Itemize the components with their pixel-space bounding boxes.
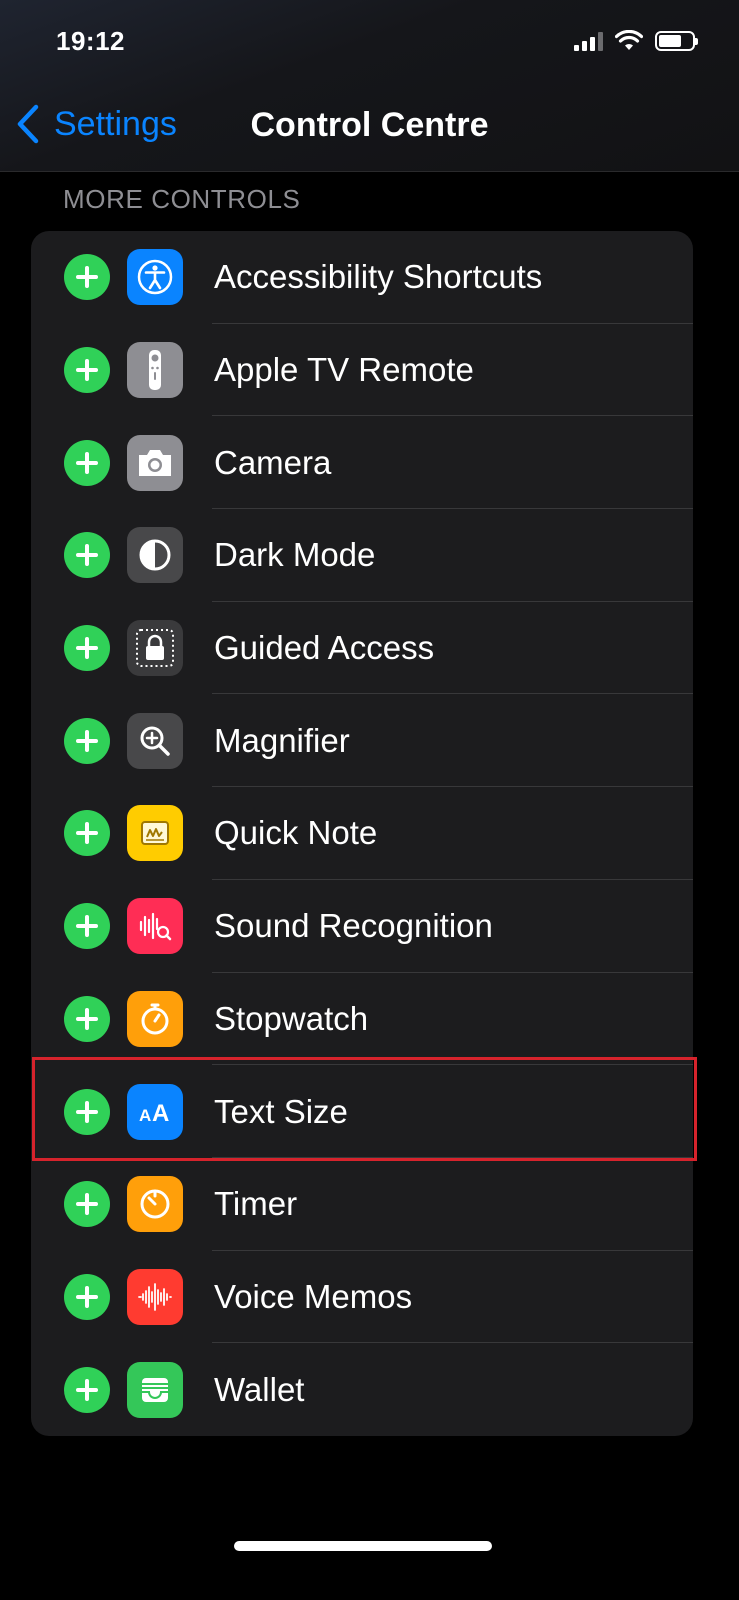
wifi-icon [615,30,643,50]
control-label: Camera [214,443,332,481]
control-label: Magnifier [214,721,350,759]
page-title: Control Centre [250,106,489,144]
cellular-signal-icon [574,31,603,51]
svg-text:A: A [139,1106,151,1125]
home-indicator[interactable] [234,1541,492,1551]
control-label: Stopwatch [214,999,369,1037]
control-row[interactable]: Guided Access [31,602,693,695]
control-label: Timer [214,1185,298,1223]
add-button[interactable] [64,1273,110,1320]
plus-icon [76,451,98,474]
control-row[interactable]: Stopwatch [31,973,693,1066]
add-button[interactable] [64,1366,110,1413]
timer-icon [127,1176,183,1233]
plus-icon [76,729,98,752]
plus-icon [76,1193,98,1216]
plus-icon [76,359,98,382]
plus-icon [76,1100,98,1123]
add-button[interactable] [64,347,110,394]
control-row[interactable]: AA Text Size [31,1065,693,1158]
add-button[interactable] [64,439,110,486]
control-label: Guided Access [214,629,435,667]
quick-note-icon [127,805,183,862]
control-row[interactable]: Timer [31,1158,693,1251]
plus-icon [76,822,98,845]
add-button[interactable] [64,995,110,1042]
dark-mode-icon [127,527,183,584]
control-row[interactable]: Camera [31,416,693,510]
controls-list: Accessibility Shortcuts Apple TV Remote … [31,231,693,1436]
plus-icon [76,1285,98,1308]
top-bar: 19:12 Settings Control Centre [0,0,739,172]
battery-icon [655,31,698,51]
stopwatch-icon [127,990,183,1047]
control-row[interactable]: Wallet [31,1343,693,1436]
add-button[interactable] [64,532,110,579]
plus-icon [76,1378,98,1401]
control-row[interactable]: Quick Note [31,787,693,880]
add-button[interactable] [64,1181,110,1228]
plus-icon [76,637,98,660]
add-button[interactable] [64,903,110,950]
section-header: MORE CONTROLS [63,184,301,214]
voice-memos-icon [127,1268,183,1325]
status-icons [574,30,698,52]
control-row[interactable]: Accessibility Shortcuts [31,231,693,324]
control-label: Voice Memos [214,1277,413,1315]
control-label: Accessibility Shortcuts [214,258,543,296]
add-button[interactable] [64,717,110,764]
control-label: Apple TV Remote [214,351,474,389]
magnifier-icon [127,712,183,769]
control-row[interactable]: Magnifier [31,694,693,788]
control-label: Sound Recognition [214,907,493,945]
svg-text:A: A [152,1100,169,1127]
screen: 19:12 Settings Control Centre MORE CONTR… [0,0,739,1600]
control-row[interactable]: Dark Mode [31,509,693,602]
control-label: Text Size [214,1092,348,1130]
control-label: Quick Note [214,814,378,852]
text-size-icon: AA [127,1083,183,1140]
plus-icon [76,915,98,938]
control-label: Dark Mode [214,536,376,574]
add-button[interactable] [64,254,110,301]
plus-icon [76,266,98,289]
add-button[interactable] [64,810,110,857]
accessibility-icon [127,249,183,306]
control-label: Wallet [214,1370,305,1408]
plus-icon [76,544,98,567]
control-row[interactable]: Sound Recognition [31,880,693,973]
control-row[interactable]: Apple TV Remote [31,324,693,417]
camera-icon [127,434,183,491]
lock-icon [127,620,183,677]
remote-icon [127,342,183,399]
add-button[interactable] [64,625,110,672]
control-row[interactable]: Voice Memos [31,1251,693,1344]
plus-icon [76,1007,98,1030]
add-button[interactable] [64,1088,110,1135]
sound-recognition-icon [127,898,183,955]
status-time: 19:12 [56,26,125,56]
wallet-icon [127,1361,183,1418]
